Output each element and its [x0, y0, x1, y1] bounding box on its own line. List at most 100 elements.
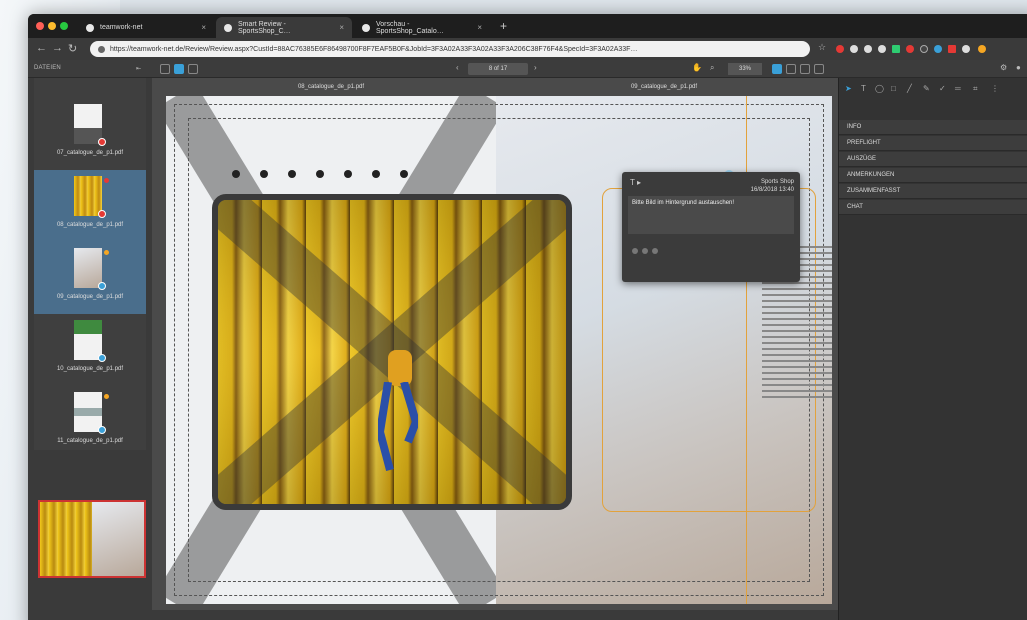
page-thumbnail	[74, 392, 102, 432]
decorative-dot	[316, 170, 324, 178]
line-tool-icon[interactable]: ╱	[907, 84, 912, 93]
fit-page-icon[interactable]	[772, 64, 782, 74]
next-page-icon[interactable]: ›	[534, 63, 537, 72]
extension-icon[interactable]	[948, 45, 956, 53]
thumbnail-label: 08_catalogue_de_p1.pdf	[56, 222, 124, 228]
review-bottom-bar	[152, 610, 838, 620]
rectangle-tool-icon[interactable]: □	[891, 84, 896, 93]
fullscreen-icon[interactable]	[814, 64, 824, 74]
zoom-field[interactable]: 33%	[728, 63, 762, 75]
text-tool-icon[interactable]: T ▸	[630, 178, 641, 187]
left-page-filename: 08_catalogue_de_p1.pdf	[297, 84, 365, 90]
url-field[interactable]: https://teamwork-net.de/Review/Review.as…	[90, 41, 810, 57]
decorative-dot	[400, 170, 408, 178]
thumbnail-item[interactable]: 08_catalogue_de_p1.pdf	[34, 170, 146, 242]
section-auszuege[interactable]: AUSZÜGE	[839, 152, 1027, 167]
comment-action-icon[interactable]	[632, 248, 638, 254]
app-toolbar: DATEIEN ⇤ ‹ 8 of 17 › ✋ ⌕ 33% ⚙ ●	[28, 60, 1027, 78]
single-page-view-icon[interactable]	[160, 64, 170, 74]
section-info[interactable]: INFO	[839, 120, 1027, 135]
spread-view-icon[interactable]	[174, 64, 184, 74]
status-badge	[98, 282, 106, 290]
section-label: AUSZÜGE	[847, 156, 877, 162]
comment-action-icon[interactable]	[652, 248, 658, 254]
close-tab-icon[interactable]: ×	[477, 23, 482, 32]
right-panel: ➤ T ◯ □ ╱ ✎ ✓ ═ ⌗ ⋮ INFO PREFLIGHT AUSZÜ…	[838, 78, 1027, 620]
decorative-dot	[288, 170, 296, 178]
previous-page-icon[interactable]: ‹	[456, 63, 459, 72]
comment-action-icon[interactable]	[642, 248, 648, 254]
thumbnail-item[interactable]: 10_catalogue_de_p1.pdf	[34, 314, 146, 386]
extension-icon[interactable]	[934, 45, 942, 53]
thumbnail-list[interactable]: 07_catalogue_de_p1.pdf 08_catalogue_de_p…	[34, 78, 146, 450]
status-badge	[98, 426, 106, 434]
thumbnail-item[interactable]: 09_catalogue_de_p1.pdf	[34, 242, 146, 314]
tab-label: Smart Review - SportsShop_C…	[238, 20, 291, 35]
section-label: ZUSAMMENFASST	[847, 188, 901, 194]
screenshot-stage: teamwork-net × Smart Review - SportsShop…	[0, 0, 1027, 620]
address-bar: ← → ↻ https://teamwork-net.de/Review/Rev…	[28, 38, 1027, 60]
section-preflight[interactable]: PREFLIGHT	[839, 136, 1027, 151]
thumbnail-item[interactable]: 07_catalogue_de_p1.pdf	[34, 98, 146, 170]
maximize-window-icon[interactable]	[60, 22, 68, 30]
grid-view-icon[interactable]	[188, 64, 198, 74]
forward-icon[interactable]: →	[52, 42, 63, 54]
fit-width-icon[interactable]	[786, 64, 796, 74]
hand-tool-icon[interactable]: ✋	[692, 63, 702, 72]
close-tab-icon[interactable]: ×	[201, 23, 206, 32]
reload-icon[interactable]: ↻	[68, 42, 77, 55]
extension-icon[interactable]	[850, 45, 858, 53]
section-chat[interactable]: CHAT	[839, 200, 1027, 215]
comment-popup[interactable]: T ▸ Sports Shop 16/8/2018 13:40 Bitte Bi…	[622, 172, 800, 282]
overlay-icon[interactable]	[800, 64, 810, 74]
globe-icon	[362, 23, 370, 32]
extension-icon[interactable]	[920, 45, 928, 53]
status-badge	[98, 354, 106, 362]
tab-teamwork[interactable]: teamwork-net ×	[78, 17, 214, 38]
thumbnail-label: 09_catalogue_de_p1.pdf	[56, 294, 124, 300]
section-anmerkungen[interactable]: ANMERKUNGEN	[839, 168, 1027, 183]
tab-bar: teamwork-net × Smart Review - SportsShop…	[28, 14, 1027, 38]
zoom-icon[interactable]: ⌕	[710, 63, 715, 73]
status-badge	[98, 210, 106, 218]
extension-icon[interactable]	[906, 45, 914, 53]
back-icon[interactable]: ←	[36, 42, 47, 54]
minimize-window-icon[interactable]	[48, 22, 56, 30]
comment-text[interactable]: Bitte Bild im Hintergrund austauschen!	[628, 196, 794, 234]
document-viewer[interactable]: 08_catalogue_de_p1.pdf 09_catalogue_de_p…	[152, 78, 838, 620]
comment-indicator	[104, 250, 109, 255]
extension-icon[interactable]	[864, 45, 872, 53]
extension-icon[interactable]	[836, 45, 844, 53]
collapse-icon[interactable]: ⇤	[136, 65, 141, 72]
tab-smart-review[interactable]: Smart Review - SportsShop_C… ×	[216, 17, 352, 38]
settings-gear-icon[interactable]: ⚙	[1000, 63, 1007, 72]
comment-indicator	[104, 178, 109, 183]
text-tool-icon[interactable]: T	[861, 84, 866, 93]
stamp-tool-icon[interactable]: ✓	[939, 84, 946, 93]
select-tool-icon[interactable]: ➤	[845, 84, 852, 93]
decorative-dot	[260, 170, 268, 178]
section-zusammenfasst[interactable]: ZUSAMMENFASST	[839, 184, 1027, 199]
files-label: DATEIEN	[34, 65, 61, 71]
globe-icon	[86, 23, 94, 32]
close-tab-icon[interactable]: ×	[339, 23, 344, 32]
close-window-icon[interactable]	[36, 22, 44, 30]
navigator-preview[interactable]	[38, 500, 146, 578]
climber-photo[interactable]	[212, 194, 572, 510]
tab-vorschau[interactable]: Vorschau - SportsShop_Catalo… ×	[354, 17, 490, 38]
thumbnail-item[interactable]: 11_catalogue_de_p1.pdf	[34, 386, 146, 458]
profile-avatar[interactable]	[978, 45, 986, 53]
new-tab-button[interactable]: +	[500, 19, 507, 33]
extension-icon[interactable]	[892, 45, 900, 53]
bookmark-star-icon[interactable]: ☆	[818, 42, 826, 53]
measure-tool-icon[interactable]: ═	[955, 84, 961, 93]
user-icon[interactable]: ●	[1016, 63, 1021, 72]
crop-tool-icon[interactable]: ⌗	[973, 84, 978, 94]
page-number-field[interactable]: 8 of 17	[468, 63, 528, 75]
extension-icon[interactable]	[962, 45, 970, 53]
extension-icon[interactable]	[878, 45, 886, 53]
pen-tool-icon[interactable]: ✎	[923, 84, 930, 93]
thumbnail-sidebar: 07_catalogue_de_p1.pdf 08_catalogue_de_p…	[28, 78, 152, 620]
ellipse-tool-icon[interactable]: ◯	[875, 84, 884, 93]
more-tools-icon[interactable]: ⋮	[991, 84, 999, 93]
